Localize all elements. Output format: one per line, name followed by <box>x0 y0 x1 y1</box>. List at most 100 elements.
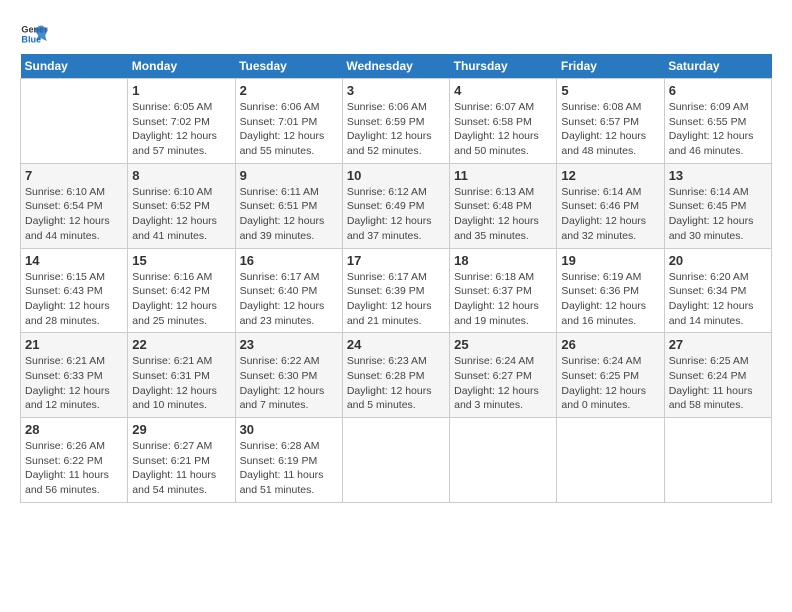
calendar-cell: 3 Sunrise: 6:06 AMSunset: 6:59 PMDaylight… <box>342 79 449 164</box>
calendar-week-1: 1Sunrise: 6:05 AMSunset: 7:02 PMDaylight… <box>21 79 772 164</box>
calendar-cell: 24 Sunrise: 6:23 AMSunset: 6:28 PMDayligh… <box>342 333 449 418</box>
day-info: Sunrise: 6:08 AMSunset: 6:57 PMDaylight:… <box>561 100 659 159</box>
day-number: 22 <box>132 337 230 352</box>
calendar-cell: 14 Sunrise: 6:15 AMSunset: 6:43 PMDayligh… <box>21 248 128 333</box>
day-number: 18 <box>454 253 552 268</box>
day-number: 17 <box>347 253 445 268</box>
logo: General Blue <box>20 20 48 48</box>
calendar-cell: 10 Sunrise: 6:12 AMSunset: 6:49 PMDayligh… <box>342 163 449 248</box>
header-thursday: Thursday <box>450 54 557 79</box>
calendar-body: 1Sunrise: 6:05 AMSunset: 7:02 PMDaylight… <box>21 79 772 503</box>
calendar-cell: 12 Sunrise: 6:14 AMSunset: 6:46 PMDayligh… <box>557 163 664 248</box>
calendar-cell: 15 Sunrise: 6:16 AMSunset: 6:42 PMDayligh… <box>128 248 235 333</box>
day-number: 6 <box>669 83 767 98</box>
day-info: Sunrise: 6:14 AMSunset: 6:45 PMDaylight:… <box>669 185 767 244</box>
calendar-cell: 9 Sunrise: 6:11 AMSunset: 6:51 PMDaylight… <box>235 163 342 248</box>
day-number: 16 <box>240 253 338 268</box>
calendar-cell: 17 Sunrise: 6:17 AMSunset: 6:39 PMDayligh… <box>342 248 449 333</box>
day-number: 21 <box>25 337 123 352</box>
day-info: Sunrise: 6:23 AMSunset: 6:28 PMDaylight:… <box>347 354 445 413</box>
day-number: 7 <box>25 168 123 183</box>
day-info: Sunrise: 6:09 AMSunset: 6:55 PMDaylight:… <box>669 100 767 159</box>
calendar-cell: 5 Sunrise: 6:08 AMSunset: 6:57 PMDaylight… <box>557 79 664 164</box>
calendar-cell <box>21 79 128 164</box>
calendar-cell: 27 Sunrise: 6:25 AMSunset: 6:24 PMDayligh… <box>664 333 771 418</box>
calendar-cell: 4Sunrise: 6:07 AMSunset: 6:58 PMDaylight… <box>450 79 557 164</box>
day-number: 24 <box>347 337 445 352</box>
day-info: Sunrise: 6:10 AMSunset: 6:54 PMDaylight:… <box>25 185 123 244</box>
day-number: 5 <box>561 83 659 98</box>
day-info: Sunrise: 6:25 AMSunset: 6:24 PMDaylight:… <box>669 354 767 413</box>
day-info: Sunrise: 6:12 AMSunset: 6:49 PMDaylight:… <box>347 185 445 244</box>
calendar-cell <box>557 418 664 503</box>
day-info: Sunrise: 6:06 AMSunset: 7:01 PMDaylight:… <box>240 100 338 159</box>
day-info: Sunrise: 6:19 AMSunset: 6:36 PMDaylight:… <box>561 270 659 329</box>
day-info: Sunrise: 6:10 AMSunset: 6:52 PMDaylight:… <box>132 185 230 244</box>
day-number: 19 <box>561 253 659 268</box>
day-info: Sunrise: 6:27 AMSunset: 6:21 PMDaylight:… <box>132 439 230 498</box>
calendar-table: SundayMondayTuesdayWednesdayThursdayFrid… <box>20 54 772 503</box>
day-info: Sunrise: 6:05 AMSunset: 7:02 PMDaylight:… <box>132 100 230 159</box>
day-number: 2 <box>240 83 338 98</box>
day-info: Sunrise: 6:18 AMSunset: 6:37 PMDaylight:… <box>454 270 552 329</box>
day-number: 25 <box>454 337 552 352</box>
calendar-cell: 2 Sunrise: 6:06 AMSunset: 7:01 PMDaylight… <box>235 79 342 164</box>
day-number: 9 <box>240 168 338 183</box>
calendar-cell: 16 Sunrise: 6:17 AMSunset: 6:40 PMDayligh… <box>235 248 342 333</box>
day-info: Sunrise: 6:17 AMSunset: 6:40 PMDaylight:… <box>240 270 338 329</box>
day-info: Sunrise: 6:13 AMSunset: 6:48 PMDaylight:… <box>454 185 552 244</box>
day-number: 3 <box>347 83 445 98</box>
page-header: General Blue <box>20 20 772 48</box>
calendar-cell: 18 Sunrise: 6:18 AMSunset: 6:37 PMDayligh… <box>450 248 557 333</box>
day-info: Sunrise: 6:14 AMSunset: 6:46 PMDaylight:… <box>561 185 659 244</box>
day-number: 14 <box>25 253 123 268</box>
header-saturday: Saturday <box>664 54 771 79</box>
calendar-cell: 19 Sunrise: 6:19 AMSunset: 6:36 PMDayligh… <box>557 248 664 333</box>
calendar-cell: 20 Sunrise: 6:20 AMSunset: 6:34 PMDayligh… <box>664 248 771 333</box>
day-info: Sunrise: 6:11 AMSunset: 6:51 PMDaylight:… <box>240 185 338 244</box>
day-number: 27 <box>669 337 767 352</box>
calendar-cell: 6 Sunrise: 6:09 AMSunset: 6:55 PMDaylight… <box>664 79 771 164</box>
day-info: Sunrise: 6:06 AMSunset: 6:59 PMDaylight:… <box>347 100 445 159</box>
day-info: Sunrise: 6:16 AMSunset: 6:42 PMDaylight:… <box>132 270 230 329</box>
calendar-cell: 26Sunrise: 6:24 AMSunset: 6:25 PMDayligh… <box>557 333 664 418</box>
day-number: 20 <box>669 253 767 268</box>
day-info: Sunrise: 6:26 AMSunset: 6:22 PMDaylight:… <box>25 439 123 498</box>
calendar-cell: 29 Sunrise: 6:27 AMSunset: 6:21 PMDayligh… <box>128 418 235 503</box>
day-info: Sunrise: 6:24 AMSunset: 6:25 PMDaylight:… <box>561 354 659 413</box>
day-number: 23 <box>240 337 338 352</box>
calendar-week-3: 14 Sunrise: 6:15 AMSunset: 6:43 PMDayligh… <box>21 248 772 333</box>
day-number: 12 <box>561 168 659 183</box>
calendar-cell: 23 Sunrise: 6:22 AMSunset: 6:30 PMDayligh… <box>235 333 342 418</box>
day-number: 13 <box>669 168 767 183</box>
day-number: 30 <box>240 422 338 437</box>
calendar-week-4: 21 Sunrise: 6:21 AMSunset: 6:33 PMDayligh… <box>21 333 772 418</box>
calendar-cell: 21 Sunrise: 6:21 AMSunset: 6:33 PMDayligh… <box>21 333 128 418</box>
calendar-cell: 7 Sunrise: 6:10 AMSunset: 6:54 PMDaylight… <box>21 163 128 248</box>
calendar-cell: 13 Sunrise: 6:14 AMSunset: 6:45 PMDayligh… <box>664 163 771 248</box>
day-number: 11 <box>454 168 552 183</box>
logo-icon: General Blue <box>20 20 48 48</box>
calendar-cell: 28Sunrise: 6:26 AMSunset: 6:22 PMDayligh… <box>21 418 128 503</box>
day-info: Sunrise: 6:21 AMSunset: 6:31 PMDaylight:… <box>132 354 230 413</box>
calendar-cell <box>664 418 771 503</box>
day-number: 10 <box>347 168 445 183</box>
calendar-cell <box>342 418 449 503</box>
day-info: Sunrise: 6:21 AMSunset: 6:33 PMDaylight:… <box>25 354 123 413</box>
calendar-cell: 11 Sunrise: 6:13 AMSunset: 6:48 PMDayligh… <box>450 163 557 248</box>
day-number: 15 <box>132 253 230 268</box>
day-number: 29 <box>132 422 230 437</box>
day-info: Sunrise: 6:15 AMSunset: 6:43 PMDaylight:… <box>25 270 123 329</box>
calendar-cell: 25Sunrise: 6:24 AMSunset: 6:27 PMDayligh… <box>450 333 557 418</box>
header-wednesday: Wednesday <box>342 54 449 79</box>
calendar-header-row: SundayMondayTuesdayWednesdayThursdayFrid… <box>21 54 772 79</box>
header-friday: Friday <box>557 54 664 79</box>
day-info: Sunrise: 6:17 AMSunset: 6:39 PMDaylight:… <box>347 270 445 329</box>
day-number: 8 <box>132 168 230 183</box>
calendar-cell: 30Sunrise: 6:28 AMSunset: 6:19 PMDayligh… <box>235 418 342 503</box>
calendar-week-2: 7 Sunrise: 6:10 AMSunset: 6:54 PMDaylight… <box>21 163 772 248</box>
header-sunday: Sunday <box>21 54 128 79</box>
day-info: Sunrise: 6:20 AMSunset: 6:34 PMDaylight:… <box>669 270 767 329</box>
calendar-cell: 22 Sunrise: 6:21 AMSunset: 6:31 PMDayligh… <box>128 333 235 418</box>
day-info: Sunrise: 6:22 AMSunset: 6:30 PMDaylight:… <box>240 354 338 413</box>
